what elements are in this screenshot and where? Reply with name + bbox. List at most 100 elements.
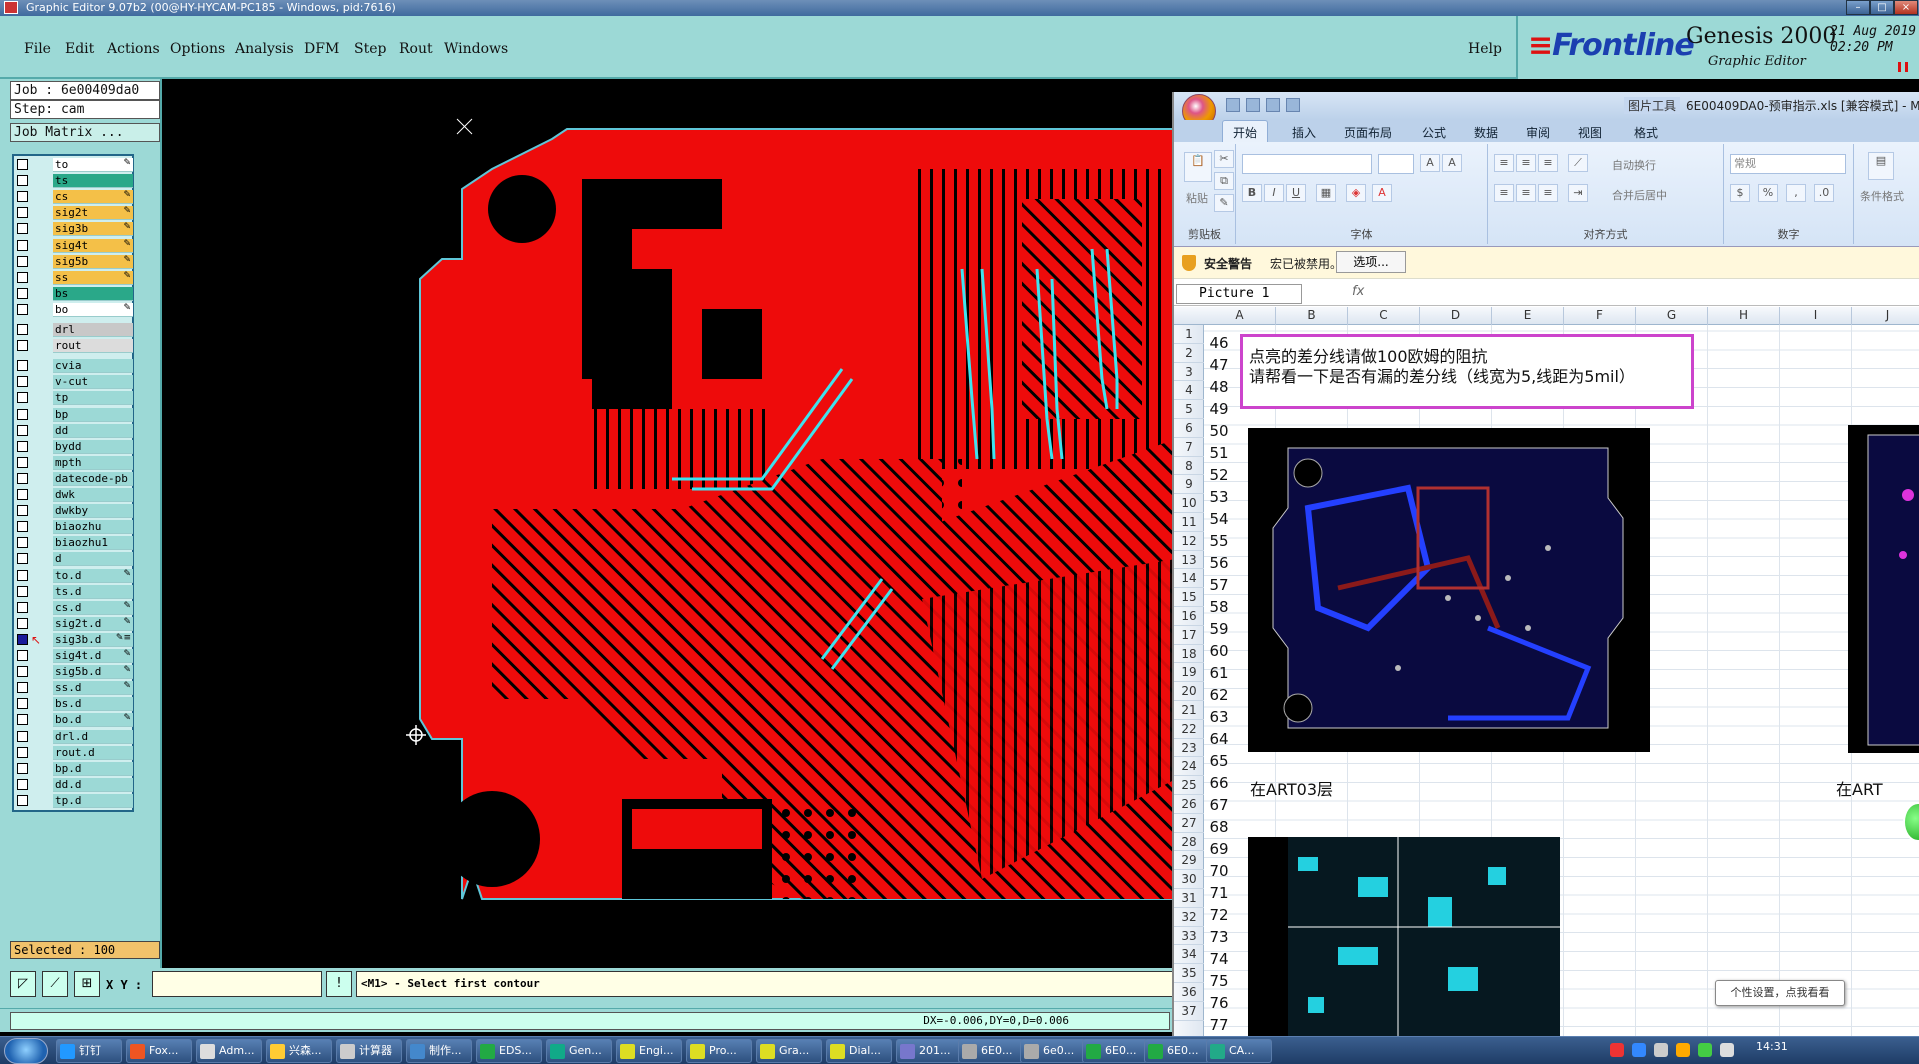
menu-windows[interactable]: Windows xyxy=(444,41,508,57)
menu-analysis[interactable]: Analysis xyxy=(235,41,294,57)
layer-row-drl.d[interactable]: drl.d xyxy=(17,729,133,744)
cell-value[interactable]: 70 xyxy=(1204,862,1234,880)
layer-name[interactable]: ts xyxy=(53,174,133,189)
column-header[interactable]: C xyxy=(1348,307,1420,325)
start-button[interactable] xyxy=(4,1038,48,1064)
tab-view[interactable]: 视图 xyxy=(1578,124,1602,141)
layer-checkbox[interactable] xyxy=(17,207,28,219)
cell-value[interactable]: 58 xyxy=(1204,598,1234,616)
format-painter-icon[interactable]: ✎ xyxy=(1214,194,1234,212)
row-header[interactable]: 13 xyxy=(1174,551,1204,570)
column-header[interactable]: J xyxy=(1852,307,1919,325)
cell-value[interactable]: 49 xyxy=(1204,400,1234,418)
cell-value[interactable]: 62 xyxy=(1204,686,1234,704)
select-tool-icon[interactable]: ◸ xyxy=(10,971,36,997)
picture-pcb-layer-2[interactable] xyxy=(1848,425,1919,753)
tray-app-icon[interactable] xyxy=(1698,1043,1712,1057)
cell-value[interactable]: 59 xyxy=(1204,620,1234,638)
layer-checkbox[interactable] xyxy=(17,340,28,352)
menu-step[interactable]: Step xyxy=(354,41,386,57)
layer-checkbox[interactable] xyxy=(17,287,28,299)
grid-tool-icon[interactable]: ⊞ xyxy=(74,971,100,997)
taskbar-item[interactable]: 兴森... xyxy=(266,1039,332,1063)
layer-checkbox[interactable] xyxy=(17,633,28,645)
cell-value[interactable]: 48 xyxy=(1204,378,1234,396)
volume-icon[interactable] xyxy=(1676,1043,1690,1057)
redo-icon[interactable] xyxy=(1266,98,1280,112)
fx-icon[interactable]: fx xyxy=(1352,284,1364,299)
taskbar-item[interactable]: Dial... xyxy=(826,1039,892,1063)
layer-name[interactable]: tp.d xyxy=(53,793,133,808)
layer-checkbox[interactable] xyxy=(17,601,28,613)
layer-name[interactable]: datecode-pb xyxy=(53,471,133,486)
layer-row-bo[interactable]: bo ✎ xyxy=(17,302,133,317)
comma-icon[interactable]: , xyxy=(1786,184,1806,202)
row-header[interactable]: 25 xyxy=(1174,776,1204,795)
cell-value[interactable]: 77 xyxy=(1204,1016,1234,1034)
layer-name[interactable]: v-cut xyxy=(53,375,133,390)
layer-row-sig3b[interactable]: sig3b ✎ xyxy=(17,222,133,237)
layer-row-dwk[interactable]: dwk xyxy=(17,488,133,502)
menu-edit[interactable]: Edit xyxy=(65,41,94,57)
cell-value[interactable]: 46 xyxy=(1204,334,1234,352)
layer-checkbox[interactable] xyxy=(17,223,28,235)
layer-checkbox[interactable] xyxy=(17,569,28,581)
taskbar-item[interactable]: 钉钉 xyxy=(56,1039,122,1063)
layer-checkbox[interactable] xyxy=(17,175,28,187)
layer-name[interactable]: dwkby xyxy=(53,504,133,519)
layer-checkbox[interactable] xyxy=(17,698,28,710)
merge-center-button[interactable]: 合并后居中 xyxy=(1612,187,1667,203)
cell-value[interactable]: 71 xyxy=(1204,884,1234,902)
layer-row-cs[interactable]: cs ✎ xyxy=(17,190,133,205)
column-header[interactable]: F xyxy=(1564,307,1636,325)
cell-value[interactable]: 47 xyxy=(1204,356,1234,374)
undo-icon[interactable] xyxy=(1246,98,1260,112)
row-header[interactable]: 6 xyxy=(1174,419,1204,438)
row-header[interactable]: 20 xyxy=(1174,682,1204,701)
row-header[interactable]: 23 xyxy=(1174,739,1204,758)
taskbar-item[interactable]: Pro... xyxy=(686,1039,752,1063)
layer-checkbox[interactable] xyxy=(17,650,28,661)
layer-name[interactable]: dd.d xyxy=(53,777,133,792)
layer-row-ts[interactable]: ts xyxy=(17,174,133,189)
layer-name[interactable]: cs.d xyxy=(53,600,133,615)
cell-value[interactable]: 51 xyxy=(1204,444,1234,462)
copy-icon[interactable]: ⧉ xyxy=(1214,172,1234,190)
layer-row-ss.d[interactable]: ss.d ✎ xyxy=(17,681,133,696)
cell-value[interactable]: 60 xyxy=(1204,642,1234,660)
layer-name[interactable]: mpth xyxy=(53,455,133,470)
row-header[interactable]: 19 xyxy=(1174,663,1204,683)
layer-name[interactable]: to.d xyxy=(53,568,133,583)
layer-checkbox[interactable] xyxy=(17,376,28,388)
ime-icon[interactable] xyxy=(1610,1043,1624,1057)
layer-row-bp[interactable]: bp xyxy=(17,407,133,422)
layer-checkbox[interactable] xyxy=(17,440,28,452)
row-header[interactable]: 4 xyxy=(1174,381,1204,401)
cell-value[interactable]: 56 xyxy=(1204,554,1234,572)
row-header[interactable]: 9 xyxy=(1174,475,1204,495)
layer-checkbox[interactable] xyxy=(17,537,28,549)
tab-format[interactable]: 格式 xyxy=(1634,124,1658,141)
row-header[interactable]: 29 xyxy=(1174,851,1204,871)
underline-icon[interactable]: U xyxy=(1286,184,1306,202)
italic-icon[interactable]: I xyxy=(1264,184,1284,202)
column-header[interactable]: I xyxy=(1780,307,1852,325)
layer-checkbox[interactable] xyxy=(17,472,28,484)
row-header[interactable]: 16 xyxy=(1174,607,1204,626)
layer-row-biaozhu1[interactable]: biaozhu1 xyxy=(17,536,133,551)
row-header[interactable]: 34 xyxy=(1174,945,1204,965)
cell-value[interactable]: 55 xyxy=(1204,532,1234,550)
options-button[interactable]: 选项... xyxy=(1336,251,1406,273)
layer-name[interactable]: rout xyxy=(53,339,133,354)
tab-formulas[interactable]: 公式 xyxy=(1422,124,1446,141)
cell-value[interactable]: 73 xyxy=(1204,928,1234,946)
cell-value[interactable]: 61 xyxy=(1204,664,1234,682)
column-header[interactable]: A xyxy=(1204,307,1276,325)
layer-name[interactable]: drl.d xyxy=(53,729,133,744)
taskbar-item[interactable]: 6e0... xyxy=(1020,1039,1086,1063)
column-header[interactable]: B xyxy=(1276,307,1348,325)
layer-name[interactable]: rout.d xyxy=(53,745,133,760)
layer-checkbox[interactable] xyxy=(17,746,28,758)
menu-actions[interactable]: Actions xyxy=(107,41,160,57)
column-header[interactable]: D xyxy=(1420,307,1492,325)
